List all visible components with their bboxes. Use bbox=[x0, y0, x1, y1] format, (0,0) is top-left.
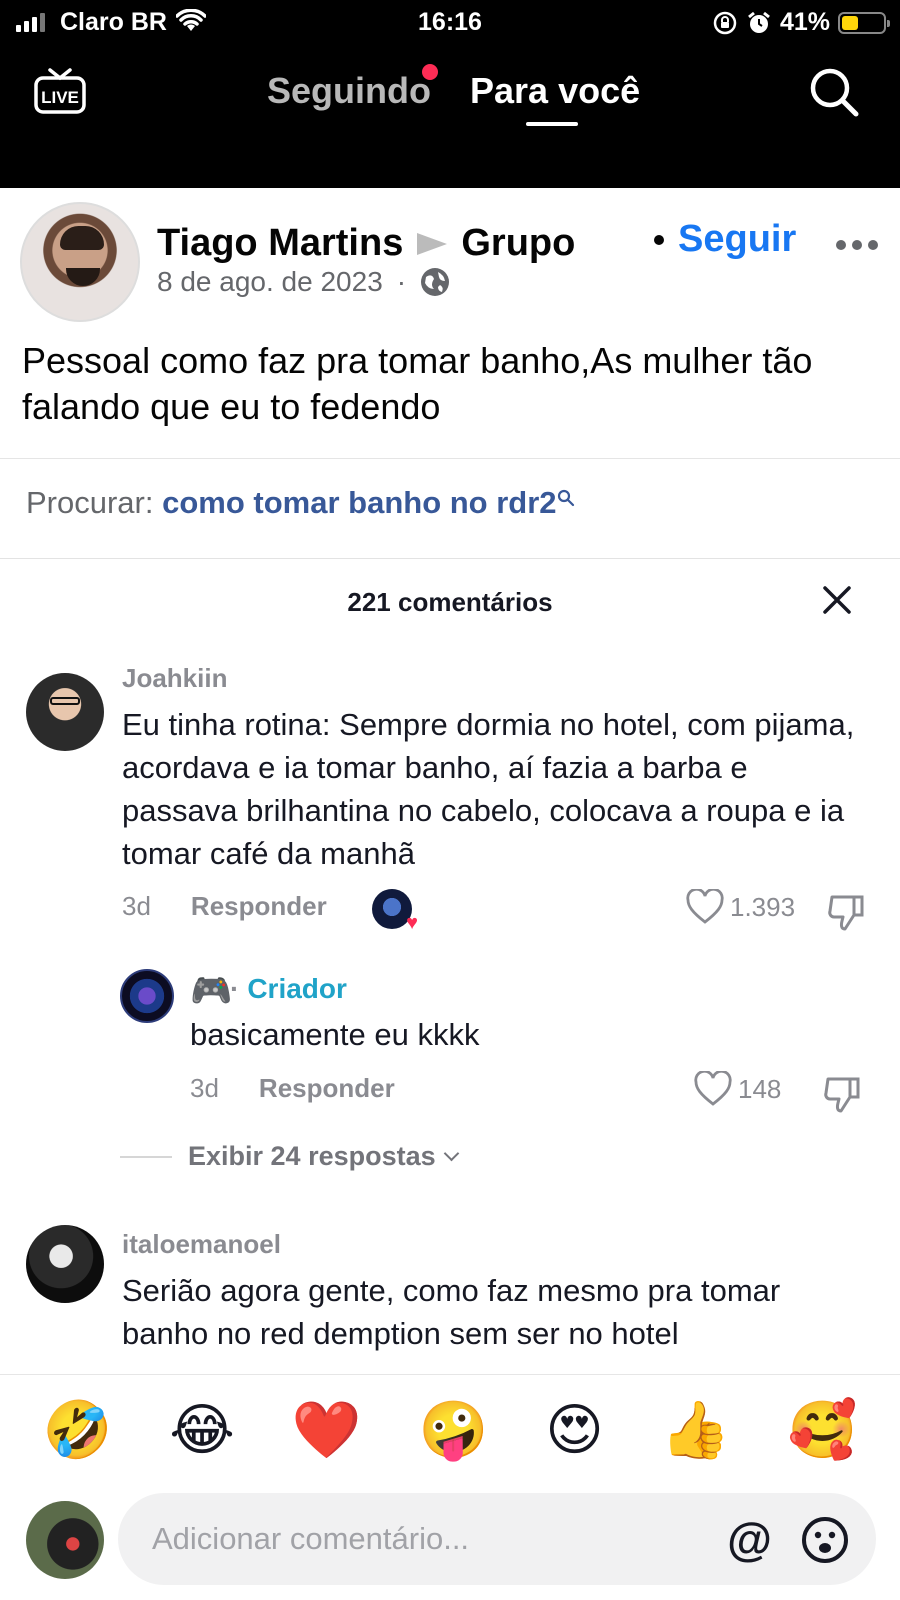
creator-avatar[interactable] bbox=[120, 969, 174, 1023]
more-options-icon[interactable] bbox=[836, 240, 878, 250]
comment-username[interactable]: italoemanoel bbox=[122, 1229, 281, 1260]
mention-button[interactable]: @ bbox=[727, 1511, 772, 1567]
chevron-down-icon bbox=[443, 1145, 459, 1162]
search-icon[interactable] bbox=[808, 66, 860, 118]
emoji-heart-eyes[interactable]: 😍 bbox=[545, 1399, 603, 1463]
reply-text: basicamente eu kkkk bbox=[190, 1017, 480, 1052]
tab-following[interactable]: Seguindo bbox=[267, 70, 431, 112]
gamepad-icon[interactable]: 🎮 bbox=[190, 971, 232, 1011]
follow-button[interactable]: Seguir bbox=[678, 218, 796, 261]
comment-time: 3d bbox=[122, 891, 151, 921]
reply-meta: 3d Responder bbox=[190, 1073, 395, 1104]
status-bar: Claro BR 16:16 41% bbox=[0, 0, 900, 44]
comment-composer: 🤣 😂 ❤️ 🤪 😍 👍 🥰 @ bbox=[0, 1374, 900, 1600]
emoji-rofl[interactable]: 🤣 bbox=[43, 1399, 113, 1463]
reply-time: 3d bbox=[190, 1073, 219, 1103]
post-date: 8 de ago. de 2023 bbox=[157, 266, 383, 297]
quick-emoji-bar: 🤣 😂 ❤️ 🤪 😍 👍 🥰 bbox=[0, 1399, 900, 1463]
like-count: 1.393 bbox=[730, 891, 796, 922]
search-query-link[interactable]: como tomar banho no rdr2 bbox=[162, 485, 556, 520]
comments-count-title: 221 comentários bbox=[347, 587, 553, 617]
reply-like-button[interactable]: 148 bbox=[694, 1071, 781, 1107]
reply-to-reply-button[interactable]: Responder bbox=[259, 1073, 395, 1104]
post-meta: 8 de ago. de 2023 · bbox=[157, 266, 450, 298]
emoji-heart[interactable]: ❤️ bbox=[292, 1399, 362, 1463]
post-destination: Grupo bbox=[461, 222, 576, 264]
emoji-picker-icon[interactable] bbox=[800, 1515, 850, 1565]
creator-tag: · Criador bbox=[230, 973, 347, 1005]
tab-for-you[interactable]: Para você bbox=[470, 70, 640, 112]
post-screenshot[interactable]: Tiago Martins Grupo 8 de ago. de 2023 · … bbox=[0, 188, 900, 558]
current-user-avatar bbox=[26, 1501, 104, 1579]
commenter-avatar[interactable] bbox=[26, 1225, 104, 1303]
battery-percent: 41% bbox=[779, 8, 830, 36]
small-search-icon bbox=[557, 489, 574, 507]
globe-icon bbox=[421, 268, 450, 296]
battery-icon bbox=[838, 11, 890, 34]
post-text: Pessoal como faz pra tomar banho,As mulh… bbox=[22, 340, 813, 426]
emoji-zany[interactable]: 🤪 bbox=[419, 1399, 489, 1463]
comment-meta: 3d Responder bbox=[122, 891, 327, 922]
comment-input-wrapper[interactable]: @ bbox=[118, 1493, 876, 1585]
emoji-thumbs-up[interactable]: 👍 bbox=[661, 1399, 731, 1463]
heart-outline-icon bbox=[694, 1071, 732, 1106]
comment-input[interactable] bbox=[152, 1493, 672, 1585]
search-suggestion[interactable]: Procurar: como tomar banho no rdr2 bbox=[0, 458, 900, 558]
creator-label: Criador bbox=[247, 973, 347, 1004]
view-replies-button[interactable]: Exibir 24 respostas bbox=[120, 1141, 459, 1172]
divider-line bbox=[120, 1155, 172, 1158]
reply-button[interactable]: Responder bbox=[191, 891, 327, 922]
post-author-avatar bbox=[20, 202, 140, 322]
commenter-avatar[interactable] bbox=[26, 673, 104, 751]
heart-outline-icon bbox=[686, 889, 724, 924]
close-icon[interactable] bbox=[814, 577, 860, 623]
search-prefix: Procurar: bbox=[26, 485, 154, 520]
heart-badge-icon: ♥ bbox=[406, 912, 418, 934]
comment-username[interactable]: Joahkiin bbox=[122, 663, 227, 694]
post-author-name: Tiago Martins bbox=[157, 222, 404, 264]
bullet-dot bbox=[654, 234, 664, 245]
post-follow: Seguir bbox=[654, 218, 796, 261]
dislike-icon[interactable] bbox=[826, 891, 868, 933]
arrow-right-icon bbox=[417, 232, 448, 255]
emoji-joy[interactable]: 😂 bbox=[169, 1399, 234, 1463]
dislike-icon[interactable] bbox=[822, 1073, 864, 1115]
creator-liked-badge: ♥ bbox=[372, 889, 418, 933]
top-bar: Claro BR 16:16 41% LIVE Seguindo Para vo… bbox=[0, 0, 900, 188]
emoji-smiling-hearts[interactable]: 🥰 bbox=[788, 1399, 858, 1463]
like-button[interactable]: 1.393 bbox=[686, 889, 795, 925]
alarm-icon bbox=[748, 11, 770, 33]
reply-like-count: 148 bbox=[738, 1073, 782, 1104]
comment-text: Serião agora gente, como faz mesmo pra t… bbox=[122, 1273, 781, 1351]
feed-tabs: Seguindo Para você bbox=[0, 64, 900, 130]
view-replies-label: Exibir 24 respostas bbox=[188, 1141, 436, 1171]
comment-text: Eu tinha rotina: Sempre dormia no hotel,… bbox=[122, 707, 855, 871]
post-header: Tiago Martins Grupo bbox=[157, 222, 575, 265]
status-right: 41% bbox=[712, 8, 890, 37]
active-tab-indicator bbox=[526, 122, 578, 126]
orientation-lock-icon bbox=[713, 11, 737, 34]
creator-separator: · bbox=[230, 973, 240, 1004]
post-date-separator: · bbox=[396, 266, 407, 297]
notification-dot bbox=[422, 64, 438, 80]
